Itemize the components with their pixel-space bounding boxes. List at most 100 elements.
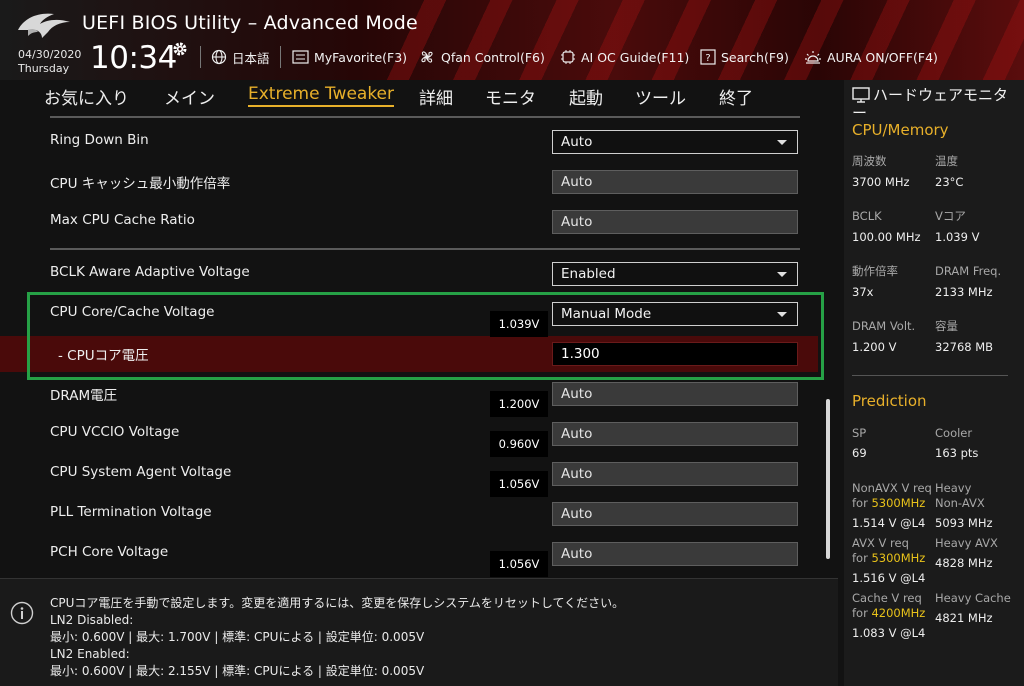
monitor-label: Heavy AVX: [935, 536, 998, 550]
myfavorite-button[interactable]: MyFavorite(F3): [292, 46, 407, 68]
setting-row-cpu-cache-min-ratio[interactable]: CPU キャッシュ最小動作倍率 Auto: [0, 160, 820, 200]
help-description-panel: CPUコア電圧を手動で設定します。変更を適用するには、変更を保存しシステムをリセ…: [0, 578, 838, 686]
monitor-value: 1.200 V: [852, 340, 897, 354]
cpu-vccio-voltage-field[interactable]: Auto: [552, 422, 798, 446]
setting-row-pch-core-voltage[interactable]: PCH Core Voltage 1.056V Auto: [0, 532, 820, 577]
prediction-section-title: Prediction: [852, 392, 927, 410]
cpu-memory-section-title: CPU/Memory: [852, 121, 949, 139]
ring-down-bin-dropdown[interactable]: Auto: [552, 130, 798, 154]
setting-row-pll-termination-voltage[interactable]: PLL Termination Voltage Auto: [0, 492, 820, 532]
app-title: UEFI BIOS Utility – Advanced Mode: [82, 12, 418, 34]
dropdown-value: Enabled: [561, 266, 616, 282]
hardware-monitor-panel: ハードウェアモニター CPU/Memory 周波数 3700 MHz 温度 23…: [844, 80, 1024, 686]
chevron-down-icon: [777, 272, 787, 277]
monitor-value: 2133 MHz: [935, 285, 993, 299]
ai-chip-icon: [561, 50, 575, 64]
monitor-label: Cache V req: [852, 591, 922, 605]
monitor-label: 温度: [935, 154, 958, 168]
max-cpu-cache-ratio-field[interactable]: Auto: [552, 210, 798, 234]
monitor-value: 32768 MB: [935, 340, 994, 354]
field-value: Auto: [561, 506, 593, 522]
date-text: 04/30/2020: [18, 48, 82, 61]
setting-row-ring-down-bin[interactable]: Ring Down Bin Auto: [0, 120, 820, 160]
setting-row-cpu-vccio-voltage[interactable]: CPU VCCIO Voltage 0.960V Auto: [0, 412, 820, 457]
monitor-label: 容量: [935, 319, 958, 333]
pch-core-voltage-field[interactable]: Auto: [552, 542, 798, 566]
monitor-label: Heavy Cache: [935, 591, 1011, 605]
setting-label: CPU VCCIO Voltage: [50, 424, 180, 440]
tab-main[interactable]: メイン: [164, 84, 215, 109]
focus-highlight-box: [27, 292, 824, 380]
gear-icon[interactable]: [172, 41, 188, 57]
aura-label: AURA ON/OFF(F4): [827, 49, 938, 65]
setting-row-cpu-system-agent-voltage[interactable]: CPU System Agent Voltage 1.056V Auto: [0, 452, 820, 497]
monitor-for-text: for: [852, 496, 872, 510]
dram-voltage-field[interactable]: Auto: [552, 382, 798, 406]
rog-logo-icon: [18, 13, 70, 38]
bclk-aware-dropdown[interactable]: Enabled: [552, 262, 798, 286]
monitor-value: 1.083 V @L4: [852, 626, 926, 640]
aura-toggle-button[interactable]: AURA ON/OFF(F4): [804, 46, 938, 68]
tab-exit[interactable]: 終了: [719, 84, 753, 109]
language-button[interactable]: 日本語: [211, 46, 270, 68]
help-line: 最小: 0.600V | 最大: 2.155V | 標準: CPUによる | 設…: [50, 664, 425, 678]
pll-termination-voltage-field[interactable]: Auto: [552, 502, 798, 526]
weekday-text: Thursday: [18, 62, 70, 75]
monitor-label: 動作倍率: [852, 264, 898, 278]
monitor-value: 4828 MHz: [935, 556, 993, 570]
monitor-value: 1.514 V @L4: [852, 516, 926, 530]
monitor-value: 1.039 V: [935, 230, 980, 244]
monitor-label: DRAM Freq.: [935, 264, 1002, 278]
tab-monitor[interactable]: モニタ: [485, 84, 536, 109]
qfan-label: Qfan Control(F6): [441, 49, 545, 65]
monitor-value: 23°C: [935, 175, 964, 189]
setting-label: DRAM電圧: [50, 388, 118, 404]
monitor-value: 5093 MHz: [935, 516, 993, 530]
monitor-value: 3700 MHz: [852, 175, 910, 189]
cpu-cache-min-ratio-field[interactable]: Auto: [552, 170, 798, 194]
monitor-value: 100.00 MHz: [852, 230, 921, 244]
monitor-label: Cooler: [935, 426, 973, 440]
field-value: Auto: [561, 174, 593, 190]
tab-advanced[interactable]: 詳細: [419, 84, 453, 109]
monitor-label: for 5300MHz: [852, 496, 925, 511]
field-value: Auto: [561, 386, 593, 402]
monitor-for-text: for: [852, 551, 872, 565]
top-bar: UEFI BIOS Utility – Advanced Mode 04/30/…: [0, 0, 1024, 80]
settings-scrollbar[interactable]: [826, 399, 830, 559]
dropdown-value: Auto: [561, 134, 593, 150]
header-decoration: [380, 0, 1024, 80]
tab-favorites[interactable]: お気に入り: [44, 84, 129, 109]
monitor-value: 4821 MHz: [935, 611, 993, 625]
help-search-icon: ?: [700, 49, 716, 65]
globe-icon: [211, 49, 227, 65]
section-divider: [50, 248, 800, 250]
help-line: LN2 Disabled:: [50, 613, 134, 627]
tab-extreme-tweaker[interactable]: Extreme Tweaker: [248, 84, 395, 107]
current-voltage-readout: 1.056V: [490, 551, 548, 577]
search-label: Search(F9): [721, 49, 789, 65]
qfan-control-button[interactable]: Qfan Control(F6): [418, 46, 545, 68]
cpu-system-agent-voltage-field[interactable]: Auto: [552, 462, 798, 486]
info-icon: [10, 601, 34, 625]
search-button[interactable]: ? Search(F9): [700, 46, 789, 68]
monitor-label: AVX V req: [852, 536, 909, 550]
setting-row-bclk-aware-adaptive-voltage[interactable]: BCLK Aware Adaptive Voltage Enabled: [0, 252, 820, 292]
monitor-value: 69: [852, 446, 867, 460]
setting-label: CPU System Agent Voltage: [50, 464, 232, 480]
field-value: Auto: [561, 466, 593, 482]
ai-oc-guide-button[interactable]: AI OC Guide(F11): [560, 46, 689, 68]
monitor-label: Non-AVX: [935, 496, 985, 510]
main-tab-bar: お気に入り メイン Extreme Tweaker 詳細 モニタ 起動 ツール …: [0, 80, 838, 116]
header-separator: [200, 46, 201, 68]
tab-boot[interactable]: 起動: [569, 84, 603, 109]
tab-tool[interactable]: ツール: [635, 84, 686, 109]
header-separator: [280, 46, 281, 68]
setting-label: Max CPU Cache Ratio: [50, 212, 195, 228]
setting-label: PLL Termination Voltage: [50, 504, 212, 520]
monitor-label: Vコア: [935, 209, 966, 223]
help-line: 最小: 0.600V | 最大: 1.700V | 標準: CPUによる | 設…: [50, 630, 425, 644]
setting-row-max-cpu-cache-ratio[interactable]: Max CPU Cache Ratio Auto: [0, 200, 820, 240]
monitor-label: NonAVX V req: [852, 481, 932, 495]
clock-display: 10:34: [90, 40, 177, 76]
